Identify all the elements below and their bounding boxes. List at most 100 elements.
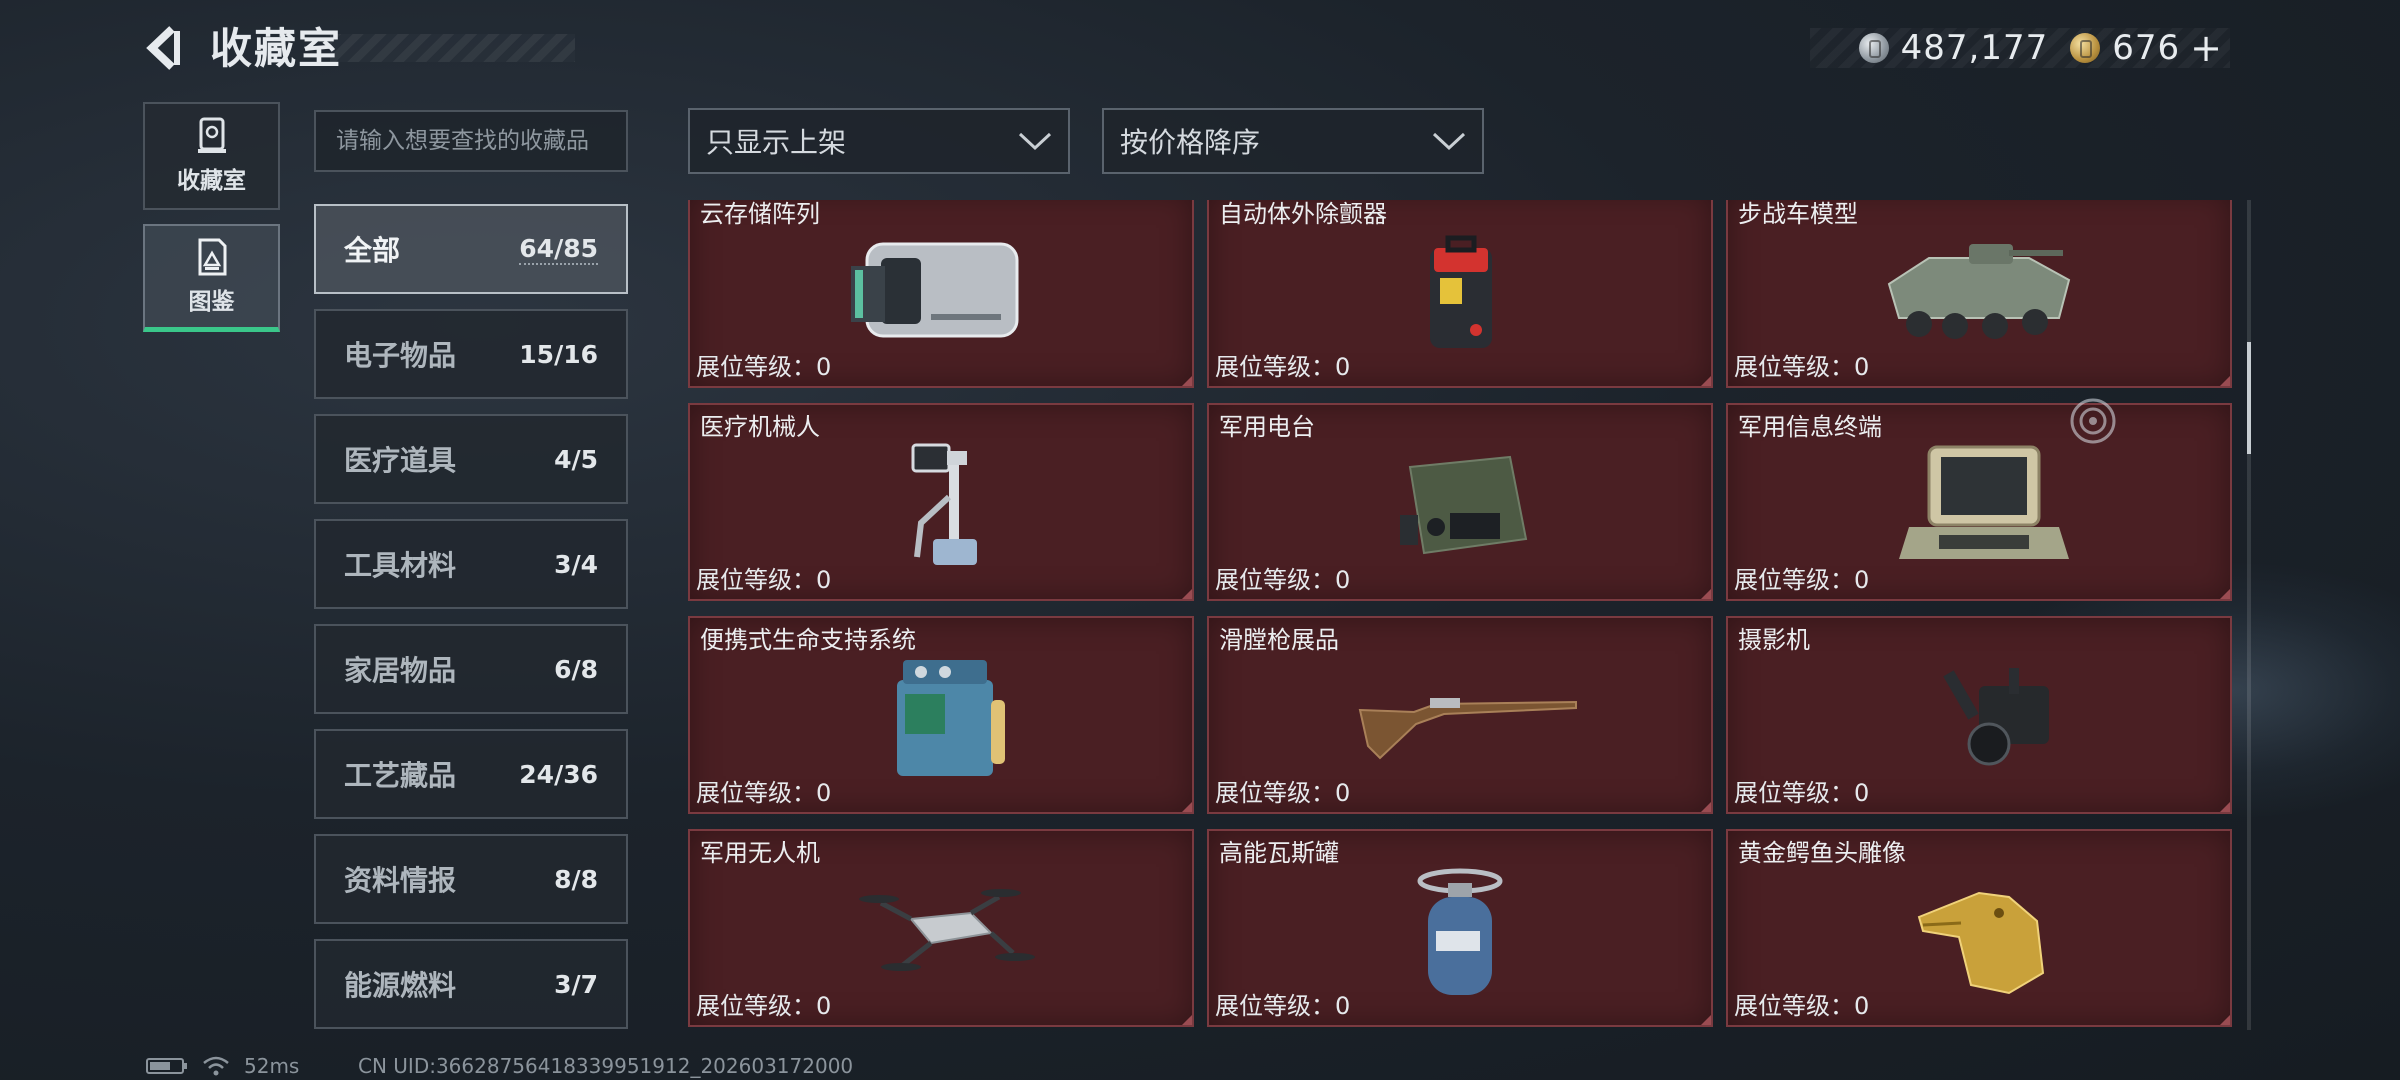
category-intel[interactable]: 资料情报 8/8	[314, 834, 628, 924]
drone-icon	[859, 889, 1035, 971]
military-radio-icon	[1400, 455, 1528, 555]
tab-catalog[interactable]: 图鉴	[143, 224, 280, 332]
item-name: 军用电台	[1219, 413, 1315, 441]
gold-crocodile-icon	[1917, 891, 2045, 995]
armored-vehicle-icon	[1887, 244, 2071, 339]
category-name: 工艺藏品	[344, 759, 457, 792]
card-corner-decoration	[1701, 376, 1711, 386]
defibrillator-icon	[1430, 235, 1492, 348]
item-name: 医疗机械人	[700, 413, 820, 441]
card-corner-decoration	[2220, 1015, 2230, 1025]
category-medical[interactable]: 医疗道具 4/5	[314, 414, 628, 504]
item-name: 自动体外除颤器	[1219, 200, 1387, 228]
item-booth-level: 展位等级：0	[696, 353, 832, 381]
page-title: 收藏室	[210, 24, 343, 73]
item-booth-level: 展位等级：0	[696, 992, 832, 1020]
card-corner-decoration	[2220, 376, 2230, 386]
item-card[interactable]: 医疗机械人 展位等级：0	[688, 403, 1194, 601]
item-card[interactable]: 便携式生命支持系统 展位等级：0	[688, 616, 1194, 814]
category-count: 3/4	[554, 549, 598, 579]
card-corner-decoration	[1701, 802, 1711, 812]
card-corner-decoration	[1182, 1015, 1192, 1025]
category-count: 3/7	[554, 969, 598, 999]
display-filter-value: 只显示上架	[706, 126, 847, 159]
tab-collection-room-label: 收藏室	[177, 168, 246, 194]
card-corner-decoration	[1182, 376, 1192, 386]
status-bar: 52ms	[146, 1054, 299, 1078]
item-booth-level: 展位等级：0	[1215, 779, 1351, 807]
category-count: 64/85	[519, 233, 598, 265]
card-corner-decoration	[1701, 1015, 1711, 1025]
item-name: 滑膛枪展品	[1219, 626, 1339, 654]
camera-icon	[1943, 668, 2049, 766]
item-card[interactable]: 军用无人机 展位等级：0	[688, 829, 1194, 1027]
category-name: 能源燃料	[344, 969, 457, 1002]
item-booth-level: 展位等级：0	[1215, 992, 1351, 1020]
silver-coin-icon	[1858, 33, 1889, 63]
collection-room-icon	[197, 117, 226, 153]
category-all[interactable]: 全部 64/85	[314, 204, 628, 294]
back-arrow-icon	[146, 26, 180, 70]
currency-bar: 487,177 676 +	[1810, 26, 2230, 70]
collection-grid: 云存储阵列 展位等级：0 自动体外除颤器 展位等级：0 步战车模型 展位等级：0	[686, 200, 2234, 1032]
item-card[interactable]: 步战车模型 展位等级：0	[1726, 200, 2232, 388]
item-booth-level: 展位等级：0	[1215, 566, 1351, 594]
item-booth-level: 展位等级：0	[1734, 566, 1870, 594]
item-booth-level: 展位等级：0	[696, 779, 832, 807]
card-corner-decoration	[2220, 802, 2230, 812]
item-card[interactable]: 云存储阵列 展位等级：0	[688, 200, 1194, 388]
item-booth-level: 展位等级：0	[1734, 779, 1870, 807]
item-booth-level: 展位等级：0	[1215, 353, 1351, 381]
item-name: 步战车模型	[1738, 200, 1858, 228]
grid-scrollbar-thumb[interactable]	[2247, 342, 2251, 454]
ping-value: 52ms	[244, 1054, 300, 1078]
item-card[interactable]: 军用电台 展位等级：0	[1207, 403, 1713, 601]
item-booth-level: 展位等级：0	[1734, 353, 1870, 381]
category-energy[interactable]: 能源燃料 3/7	[314, 939, 628, 1029]
item-booth-level: 展位等级：0	[696, 566, 832, 594]
tab-catalog-label: 图鉴	[188, 288, 235, 315]
chevron-down-icon	[1432, 132, 1466, 151]
grid-scrollbar-track[interactable]	[2247, 200, 2251, 1030]
battery-icon	[146, 1058, 187, 1074]
gas-tank-icon	[1417, 868, 1503, 995]
search-input[interactable]	[314, 110, 628, 172]
item-name: 云存储阵列	[700, 200, 820, 228]
category-electronics[interactable]: 电子物品 15/16	[314, 309, 628, 399]
tab-collection-room[interactable]: 收藏室	[143, 102, 280, 210]
category-count: 6/8	[554, 654, 598, 684]
category-name: 资料情报	[344, 864, 457, 897]
item-card[interactable]: 摄影机 展位等级：0	[1726, 616, 2232, 814]
card-corner-decoration	[1182, 802, 1192, 812]
storage-array-icon	[851, 242, 1019, 338]
back-button[interactable]	[140, 20, 188, 76]
item-name: 军用信息终端	[1738, 413, 1882, 441]
card-corner-decoration	[1182, 589, 1192, 599]
item-name: 军用无人机	[700, 839, 820, 867]
card-corner-decoration	[2220, 589, 2230, 599]
category-household[interactable]: 家居物品 6/8	[314, 624, 628, 714]
category-count: 24/36	[519, 759, 598, 789]
catalog-icon	[198, 238, 226, 275]
title-decoration	[330, 34, 575, 62]
item-card[interactable]: 滑膛枪展品 展位等级：0	[1207, 616, 1713, 814]
sort-value: 按价格降序	[1120, 126, 1261, 159]
category-name: 电子物品	[344, 339, 457, 372]
target-reticle-icon[interactable]	[2068, 396, 2118, 446]
display-filter-dropdown[interactable]: 只显示上架	[688, 108, 1070, 174]
item-card[interactable]: 黄金鳄鱼头雕像 展位等级：0	[1726, 829, 2232, 1027]
sort-dropdown[interactable]: 按价格降序	[1102, 108, 1484, 174]
category-tools[interactable]: 工具材料 3/4	[314, 519, 628, 609]
item-name: 黄金鳄鱼头雕像	[1738, 839, 1906, 867]
item-booth-level: 展位等级：0	[1734, 992, 1870, 1020]
item-card[interactable]: 高能瓦斯罐 展位等级：0	[1207, 829, 1713, 1027]
category-crafts[interactable]: 工艺藏品 24/36	[314, 729, 628, 819]
item-name: 高能瓦斯罐	[1219, 839, 1339, 867]
item-card[interactable]: 军用信息终端 展位等级：0	[1726, 403, 2232, 601]
musket-icon	[1358, 698, 1577, 760]
add-currency-button[interactable]: +	[2190, 26, 2222, 70]
info-terminal-icon	[1899, 445, 2069, 559]
category-name: 全部	[344, 234, 401, 267]
item-card[interactable]: 自动体外除颤器 展位等级：0	[1207, 200, 1713, 388]
gold-currency-value: 676	[2112, 28, 2181, 68]
